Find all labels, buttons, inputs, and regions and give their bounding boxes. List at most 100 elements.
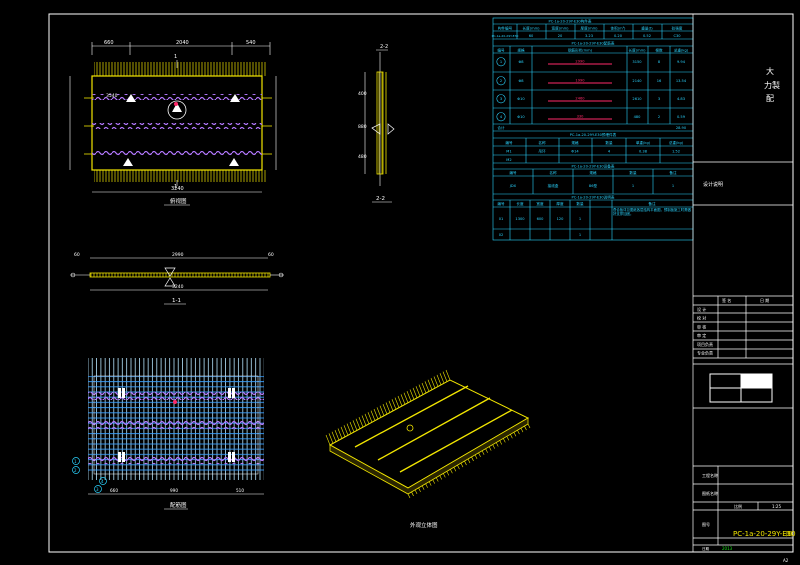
svg-text:编号: 编号	[497, 201, 505, 206]
svg-text:砼强度: 砼强度	[672, 26, 683, 31]
svg-text:合计: 合计	[497, 125, 505, 130]
table-1: PC-1a-20-29Y-E30构件表 构件编号 长度(mm) 宽度(mm) 厚…	[492, 19, 683, 39]
svg-text:Φ14: Φ14	[571, 150, 579, 154]
svg-text:JDX: JDX	[509, 184, 517, 188]
svg-text:0.59: 0.59	[677, 115, 686, 119]
svg-text:规格: 规格	[571, 140, 579, 145]
svg-text:13.54: 13.54	[676, 79, 687, 83]
svg-text:2610: 2610	[632, 97, 642, 101]
table-5: PC-1a-20-29Y-E30说明表 编号 长度 宽度 厚度 数量 备注 01…	[497, 195, 691, 238]
svg-text:480: 480	[634, 115, 642, 119]
svg-text:3150: 3150	[632, 60, 642, 64]
stamp-line-1: 大	[766, 66, 774, 76]
svg-text:1:25: 1:25	[772, 504, 781, 509]
svg-text:根数: 根数	[655, 48, 663, 53]
svg-text:编号: 编号	[497, 48, 505, 53]
svg-text:3: 3	[96, 487, 99, 492]
svg-text:480: 480	[358, 154, 367, 160]
svg-text:990: 990	[170, 488, 178, 493]
note-label: 设计说明	[703, 181, 723, 188]
svg-text:1: 1	[500, 60, 502, 64]
svg-text:1: 1	[174, 54, 177, 60]
title-block-row-label: 审 定	[697, 332, 706, 338]
svg-text:数量: 数量	[576, 201, 584, 206]
svg-text:3: 3	[658, 97, 660, 101]
section-view-2-2: 400 880 480 2-2 2-2	[358, 44, 395, 203]
svg-text:长度: 长度	[516, 201, 524, 206]
svg-text:60: 60	[268, 252, 274, 258]
svg-text:3240: 3240	[172, 284, 184, 290]
title-block-row-label: 审 核	[697, 323, 706, 329]
title-block	[692, 14, 793, 552]
rebar-row: 4 Φ10 330 480 2 0.59	[496, 112, 686, 122]
svg-text:长度(mm): 长度(mm)	[629, 48, 647, 53]
svg-text:名称: 名称	[549, 170, 557, 175]
svg-text:数量: 数量	[605, 140, 613, 145]
svg-text:120: 120	[557, 217, 565, 221]
svg-text:规格: 规格	[517, 48, 525, 53]
svg-text:880: 880	[358, 124, 367, 130]
svg-text:60: 60	[74, 252, 80, 258]
svg-text:总重(kg): 总重(kg)	[674, 48, 689, 53]
svg-text:1: 1	[74, 459, 77, 464]
svg-text:01: 01	[499, 217, 504, 221]
isometric-view: 外观立体图	[325, 369, 531, 529]
stamp-line-3: 配	[766, 94, 774, 103]
svg-text:日期: 日期	[702, 546, 710, 551]
svg-text:660: 660	[110, 488, 118, 493]
svg-text:重量(t): 重量(t)	[641, 26, 653, 31]
svg-text:330: 330	[577, 115, 585, 119]
title-block-row-label: 专业负责	[697, 350, 713, 356]
plan-bar-label: 3540	[106, 93, 118, 99]
logo-block	[741, 374, 772, 388]
svg-text:备注: 备注	[669, 170, 677, 175]
svg-text:1: 1	[579, 233, 581, 237]
svg-text:PC-1a-20-29Y-E30说明表: PC-1a-20-29Y-E30说明表	[572, 195, 615, 200]
svg-text:0.20: 0.20	[614, 34, 623, 38]
svg-text:600: 600	[537, 217, 545, 221]
svg-text:2: 2	[658, 115, 660, 119]
svg-text:2460: 2460	[575, 97, 585, 101]
rebar-row: 3 Φ10 2460 2610 3 4.83	[496, 94, 685, 104]
section-22-caption: 2-2	[376, 196, 385, 202]
svg-text:8: 8	[658, 60, 661, 64]
svg-text:宽度(mm): 宽度(mm)	[552, 26, 570, 31]
svg-text:厚度: 厚度	[556, 201, 564, 206]
svg-text:1300: 1300	[515, 217, 525, 221]
svg-text:2: 2	[74, 468, 77, 473]
svg-text:图: 图	[786, 531, 792, 538]
svg-text:Φ8: Φ8	[518, 79, 524, 83]
svg-text:2140: 2140	[632, 79, 642, 83]
svg-text:16: 16	[657, 79, 662, 83]
svg-text:4: 4	[608, 150, 611, 154]
svg-text:510: 510	[236, 488, 244, 493]
svg-text:M2: M2	[506, 158, 511, 162]
svg-text:1: 1	[672, 184, 674, 188]
svg-text:4.83: 4.83	[677, 97, 685, 101]
svg-text:Φ8: Φ8	[518, 60, 524, 64]
svg-text:PC-1a-20-29Y-E30构件表: PC-1a-20-29Y-E30构件表	[549, 19, 592, 24]
plan-dim-right: 540	[246, 40, 256, 46]
svg-text:PC-1a-20-29Y-E30预埋件表: PC-1a-20-29Y-E30预埋件表	[570, 132, 617, 137]
svg-text:接线盒: 接线盒	[548, 183, 559, 188]
svg-text:厚度(mm): 厚度(mm)	[581, 26, 599, 31]
svg-text:钢筋形状(mm): 钢筋形状(mm)	[568, 48, 593, 53]
svg-text:400: 400	[358, 91, 367, 97]
svg-text:备注: 备注	[648, 201, 656, 206]
title-block-row-label: 项目负责	[697, 341, 713, 347]
svg-text:构件编号: 构件编号	[498, 26, 513, 31]
svg-text:1: 1	[632, 184, 634, 188]
svg-text:名称: 名称	[538, 140, 546, 145]
svg-text:工程名称: 工程名称	[702, 472, 718, 478]
svg-text:1990: 1990	[575, 79, 585, 83]
svg-text:Φ10: Φ10	[517, 115, 525, 119]
svg-text:图号: 图号	[702, 521, 710, 527]
svg-text:单重(kg): 单重(kg)	[636, 140, 651, 145]
svg-text:图纸名称: 图纸名称	[702, 490, 718, 496]
svg-text:28.90: 28.90	[676, 126, 687, 130]
cad-drawing-sheet: 660 2040 540 1 1 3540 3240 俯视图 400 880 4…	[48, 13, 796, 563]
svg-text:比例: 比例	[734, 503, 742, 509]
stamp-line-2: 力製	[764, 80, 780, 90]
svg-text:长度(mm): 长度(mm)	[523, 26, 541, 31]
svg-text:2990: 2990	[172, 252, 184, 258]
